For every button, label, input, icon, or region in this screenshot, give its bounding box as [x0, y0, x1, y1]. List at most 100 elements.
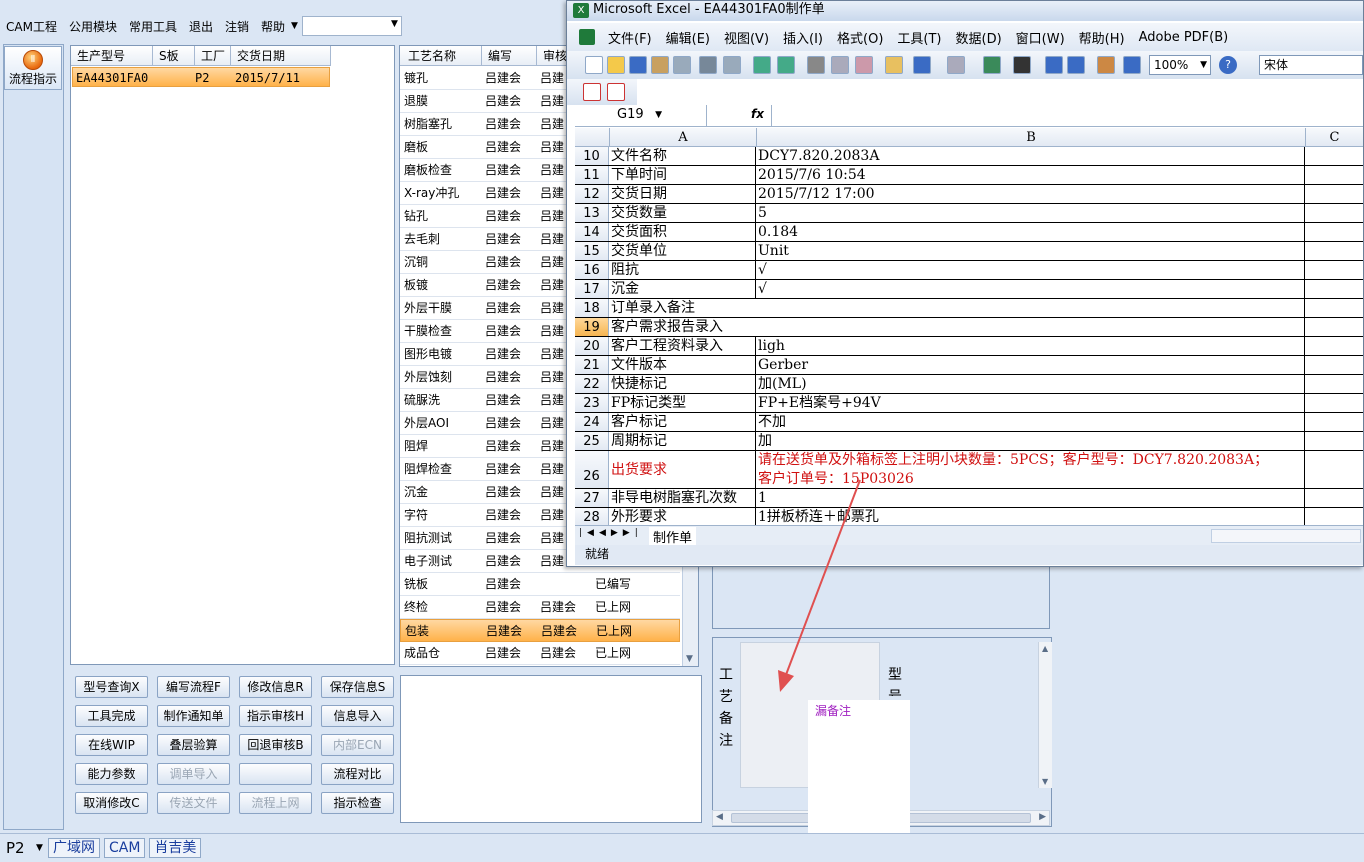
- row-number[interactable]: 28: [575, 508, 609, 526]
- action-button[interactable]: 能力参数: [75, 763, 148, 785]
- preview-icon[interactable]: [723, 56, 741, 74]
- sort-asc-icon[interactable]: [1045, 56, 1063, 74]
- action-button[interactable]: 信息导入: [321, 705, 394, 727]
- scroll-down-icon[interactable]: ▼: [1042, 777, 1048, 786]
- menu-exit[interactable]: 退出: [183, 18, 219, 35]
- excel-menu-tools[interactable]: 工具(T): [890, 28, 948, 47]
- row-number[interactable]: 20: [575, 337, 609, 355]
- sheet-row[interactable]: 22 快捷标记 加(ML): [575, 375, 1363, 394]
- action-button[interactable]: 传送文件: [157, 792, 230, 814]
- row-number[interactable]: 18: [575, 299, 609, 317]
- cell-a[interactable]: 外形要求: [611, 508, 756, 526]
- drawing-icon[interactable]: [1123, 56, 1141, 74]
- action-button[interactable]: 回退审核B: [239, 734, 312, 756]
- menu-common-tools[interactable]: 常用工具: [123, 18, 183, 35]
- excel-menu-format[interactable]: 格式(O): [830, 28, 890, 47]
- factory-selector[interactable]: P2 ▼: [0, 836, 48, 860]
- row-number[interactable]: 21: [575, 356, 609, 374]
- cell-b[interactable]: 加: [757, 432, 1305, 450]
- process-row[interactable]: 铣板 吕建会 已编写: [400, 573, 680, 596]
- cell-a[interactable]: 出货要求: [611, 451, 756, 488]
- row-number[interactable]: 27: [575, 489, 609, 507]
- excel-titlebar[interactable]: Microsoft Excel - EA44301FA0制作单: [567, 1, 1363, 21]
- new-doc-icon[interactable]: [585, 56, 603, 74]
- cell-a[interactable]: 客户工程资料录入: [611, 337, 756, 355]
- cell-a[interactable]: 沉金: [611, 280, 756, 298]
- action-button[interactable]: [239, 763, 312, 785]
- cell-b[interactable]: 2015/7/12 17:00: [757, 185, 1305, 203]
- cell-a[interactable]: 交货日期: [611, 185, 756, 203]
- action-button[interactable]: 保存信息S: [321, 676, 394, 698]
- redo-icon[interactable]: [947, 56, 965, 74]
- excel-menu-adobe-pdf[interactable]: Adobe PDF(B): [1132, 30, 1236, 45]
- action-button[interactable]: 型号查询X: [75, 676, 148, 698]
- copy-icon[interactable]: [831, 56, 849, 74]
- sheet-row[interactable]: 15 交货单位 Unit: [575, 242, 1363, 261]
- sheet-row[interactable]: 23 FP标记类型 FP+E档案号+94V: [575, 394, 1363, 413]
- cell-b[interactable]: Unit: [757, 242, 1305, 260]
- col-header-process-name[interactable]: 工艺名称: [400, 46, 482, 66]
- excel-menu-insert[interactable]: 插入(I): [776, 28, 830, 47]
- sheet-nav-icons[interactable]: |◀◀▶▶|: [579, 528, 643, 538]
- cell-a[interactable]: 文件名称: [611, 147, 756, 165]
- cell-a[interactable]: 客户需求报告录入: [611, 318, 756, 336]
- row-number[interactable]: 11: [575, 166, 609, 184]
- row-number[interactable]: 10: [575, 147, 609, 165]
- cell-b[interactable]: [757, 318, 1305, 336]
- scroll-down-icon[interactable]: ▼: [686, 654, 693, 664]
- cell-b[interactable]: FP+E档案号+94V: [757, 394, 1305, 412]
- cell-a[interactable]: 订单录入备注: [611, 299, 756, 317]
- fx-icon[interactable]: fx: [751, 107, 764, 121]
- column-header-b[interactable]: B: [757, 128, 1306, 147]
- sheet-row[interactable]: 14 交货面积 0.184: [575, 223, 1363, 242]
- action-button[interactable]: 指示检查: [321, 792, 394, 814]
- cell-b[interactable]: [757, 299, 1305, 317]
- pdf-convert-icon[interactable]: [583, 83, 601, 101]
- scroll-up-icon[interactable]: ▲: [1042, 644, 1048, 653]
- action-button[interactable]: 调单导入: [157, 763, 230, 785]
- format-painter-icon[interactable]: [885, 56, 903, 74]
- cell-b[interactable]: 5: [757, 204, 1305, 222]
- cell-a[interactable]: 阻抗: [611, 261, 756, 279]
- sheet-row[interactable]: 26 出货要求 请在送货单及外箱标签上注明小块数量：5PCS；客户型号：DCY7.8…: [575, 451, 1363, 489]
- sheet-row[interactable]: 18 订单录入备注: [575, 299, 1363, 318]
- zoom-select[interactable]: 100% ▼: [1149, 55, 1211, 75]
- sheet-row[interactable]: 19 客户需求报告录入: [575, 318, 1363, 337]
- cell-a[interactable]: 交货单位: [611, 242, 756, 260]
- cell-a[interactable]: FP标记类型: [611, 394, 756, 412]
- menu-logout[interactable]: 注销: [219, 18, 255, 35]
- save-icon[interactable]: [629, 56, 647, 74]
- cell-b[interactable]: √: [757, 280, 1305, 298]
- row-number[interactable]: 14: [575, 223, 609, 241]
- action-button[interactable]: 叠层验算: [157, 734, 230, 756]
- cell-b[interactable]: ligh: [757, 337, 1305, 355]
- permission-icon[interactable]: [651, 56, 669, 74]
- action-button[interactable]: 修改信息R: [239, 676, 312, 698]
- scroll-left-icon[interactable]: ◀: [716, 812, 723, 822]
- action-button[interactable]: 制作通知单: [157, 705, 230, 727]
- cell-b[interactable]: 加(ML): [757, 375, 1305, 393]
- autosum-icon[interactable]: [1013, 56, 1031, 74]
- excel-menu-data[interactable]: 数据(D): [949, 28, 1009, 47]
- cell-b[interactable]: Gerber: [757, 356, 1305, 374]
- menu-common-module[interactable]: 公用模块: [63, 18, 123, 35]
- column-header-c[interactable]: C: [1306, 128, 1363, 147]
- formula-input[interactable]: [771, 105, 1363, 126]
- menu-help[interactable]: 帮助: [255, 18, 291, 35]
- sheet-row[interactable]: 20 客户工程资料录入 ligh: [575, 337, 1363, 356]
- menu-cam-project[interactable]: CAM工程: [0, 18, 63, 35]
- excel-menu-file[interactable]: 文件(F): [601, 28, 659, 47]
- cut-icon[interactable]: [807, 56, 825, 74]
- excel-doc-icon[interactable]: [579, 29, 595, 45]
- col-header-model[interactable]: 生产型号: [71, 46, 153, 66]
- process-row[interactable]: 包装 吕建会 吕建会 已上网: [400, 619, 680, 642]
- cell-b[interactable]: 不加: [757, 413, 1305, 431]
- cell-b[interactable]: 0.184: [757, 223, 1305, 241]
- action-button[interactable]: 编写流程F: [157, 676, 230, 698]
- flow-indicator-button[interactable]: Ⅱ 流程指示: [4, 46, 62, 90]
- help-icon[interactable]: ?: [1219, 56, 1237, 74]
- col-header-delivery-date[interactable]: 交货日期: [231, 46, 331, 66]
- name-box[interactable]: G19 ▼: [575, 105, 707, 126]
- excel-menu-edit[interactable]: 编辑(E): [659, 28, 717, 47]
- scroll-right-icon[interactable]: ▶: [1039, 812, 1046, 822]
